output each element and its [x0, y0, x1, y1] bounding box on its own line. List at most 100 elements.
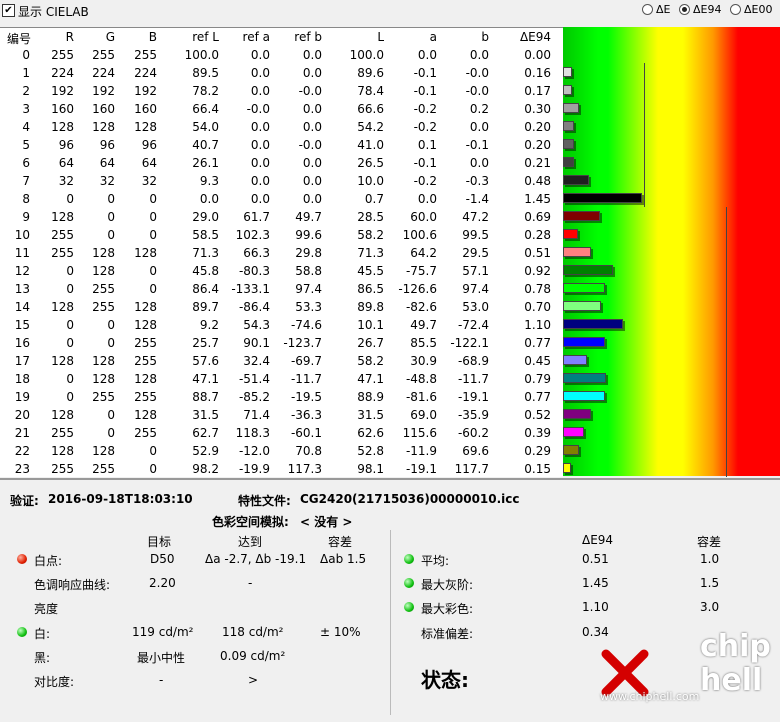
radio-delta-e00[interactable]: ΔE00	[730, 3, 772, 16]
table-cell: 58.2	[357, 228, 384, 242]
radio-delta-e[interactable]: ΔE	[642, 3, 670, 16]
average-tolerance: 1.0	[700, 552, 720, 566]
table-cell: 10	[14, 228, 30, 242]
table-cell: 22	[14, 444, 30, 458]
table-cell: 78.4	[357, 84, 384, 98]
table-cell: 58.8	[295, 264, 322, 278]
max-gray-value: 1.45	[582, 576, 609, 590]
table-cell: 128	[134, 372, 157, 386]
chiphell-logo: chip hell	[700, 629, 771, 698]
table-cell: 128	[92, 264, 115, 278]
table-cell: 255	[51, 48, 74, 62]
table-cell: -0.2	[413, 174, 437, 188]
table-cell: 0.45	[524, 354, 551, 368]
table-cell: 117.7	[454, 462, 489, 476]
table-cell: 32	[58, 174, 74, 188]
col-achieved: 达到	[238, 535, 263, 549]
table-cell: 54.2	[357, 120, 384, 134]
column-header: ref b	[294, 30, 322, 44]
table-cell: 128	[134, 246, 157, 260]
table-cell: -0.0	[465, 84, 489, 98]
table-cell: -60.1	[290, 426, 322, 440]
table-cell: 128	[51, 210, 74, 224]
table-cell: 0.0	[302, 192, 322, 206]
table-cell: -19.1	[405, 462, 437, 476]
radio-delta-e94[interactable]: ΔE94	[679, 3, 721, 16]
table-cell: 64	[99, 156, 115, 170]
table-cell: 89.6	[357, 66, 384, 80]
table-cell: 0.7	[364, 192, 384, 206]
table-cell: -48.8	[405, 372, 437, 386]
stddev-label: 标准偏差:	[421, 627, 474, 641]
table-cell: 11	[14, 246, 30, 260]
column-header: R	[65, 30, 74, 44]
white-target: 119 cd/m²	[132, 625, 194, 639]
table-cell: 160	[92, 102, 115, 116]
table-cell: 58.2	[357, 354, 384, 368]
table-cell: 0.0	[250, 84, 270, 98]
average-value: 0.51	[582, 552, 609, 566]
table-cell: 9.3	[199, 174, 219, 188]
table-cell: -51.4	[238, 372, 270, 386]
table-cell: 2	[22, 84, 30, 98]
table-row: 7 32 32 32 9.3 0.0 0.0 10.0 -0.2 -0.3 0.48	[0, 172, 563, 190]
show-cielab-label: 显示 CIELAB	[18, 5, 89, 19]
table-row: 21 255 0 255 62.7 118.3 -60.1 62.6 115.6 -60.2 0.3…	[0, 424, 563, 442]
table-cell: 0	[149, 264, 157, 278]
table-cell: 0.0	[469, 48, 489, 62]
white-tolerance: ± 10%	[320, 625, 361, 639]
table-cell: 66.4	[192, 102, 219, 116]
table-cell: 32.4	[243, 354, 270, 368]
table-cell: 30.9	[410, 354, 437, 368]
right-col-de: ΔE94	[582, 533, 614, 547]
delta-e-bar	[563, 175, 590, 185]
toolbar: ✔ 显示 CIELAB ΔE ΔE94 ΔE00	[0, 0, 780, 22]
table-cell: -85.2	[238, 390, 270, 404]
table-cell: 224	[92, 66, 115, 80]
max-gray-status-icon	[404, 578, 414, 588]
table-cell: 0.00	[524, 48, 551, 62]
table-cell: 0	[107, 426, 115, 440]
show-cielab-checkbox[interactable]: ✔	[2, 4, 15, 17]
table-cell: -0.2	[413, 102, 437, 116]
gamut-value: < 没有 >	[300, 515, 353, 529]
table-cell: 0	[66, 372, 74, 386]
table-cell: 47.1	[192, 372, 219, 386]
table-cell: -19.1	[457, 390, 489, 404]
table-cell: 100.6	[402, 228, 437, 242]
contrast-target: -	[159, 673, 164, 687]
table-cell: -80.3	[238, 264, 270, 278]
column-header: L	[377, 30, 384, 44]
table-cell: 128	[134, 120, 157, 134]
table-cell: 0.79	[524, 372, 551, 386]
table-cell: 57.6	[192, 354, 219, 368]
table-cell: 0	[66, 282, 74, 296]
right-col-tol: 容差	[697, 535, 722, 549]
table-cell: 12	[14, 264, 30, 278]
whitepoint-achieved: Δa -2.7, Δb -19.1	[205, 552, 307, 566]
table-cell: -82.6	[405, 300, 437, 314]
table-cell: 99.5	[462, 228, 489, 242]
max-color-status-icon	[404, 602, 414, 612]
table-cell: 0.21	[524, 156, 551, 170]
table-cell: 4	[22, 120, 30, 134]
table-cell: 49.7	[410, 318, 437, 332]
table-cell: 0.92	[524, 264, 551, 278]
column-header: a	[429, 30, 437, 44]
table-cell: 0.2	[469, 102, 489, 116]
table-cell: 192	[134, 84, 157, 98]
table-cell: 62.7	[192, 426, 219, 440]
table-cell: 0.0	[469, 120, 489, 134]
table-cell: 255	[134, 336, 157, 350]
table-cell: -36.3	[290, 408, 322, 422]
table-cell: 0.0	[302, 120, 322, 134]
table-cell: 16	[14, 336, 30, 350]
table-cell: 71.4	[243, 408, 270, 422]
table-cell: -72.4	[457, 318, 489, 332]
table-cell: -35.9	[457, 408, 489, 422]
table-cell: 255	[92, 282, 115, 296]
table-cell: 32	[141, 174, 157, 188]
table-row: 23 255 255 0 98.2 -19.9 117.3 98.1 -19.1 117.7 0.1…	[0, 460, 563, 478]
delta-e-bar	[563, 85, 573, 95]
table-cell: 98.1	[357, 462, 384, 476]
